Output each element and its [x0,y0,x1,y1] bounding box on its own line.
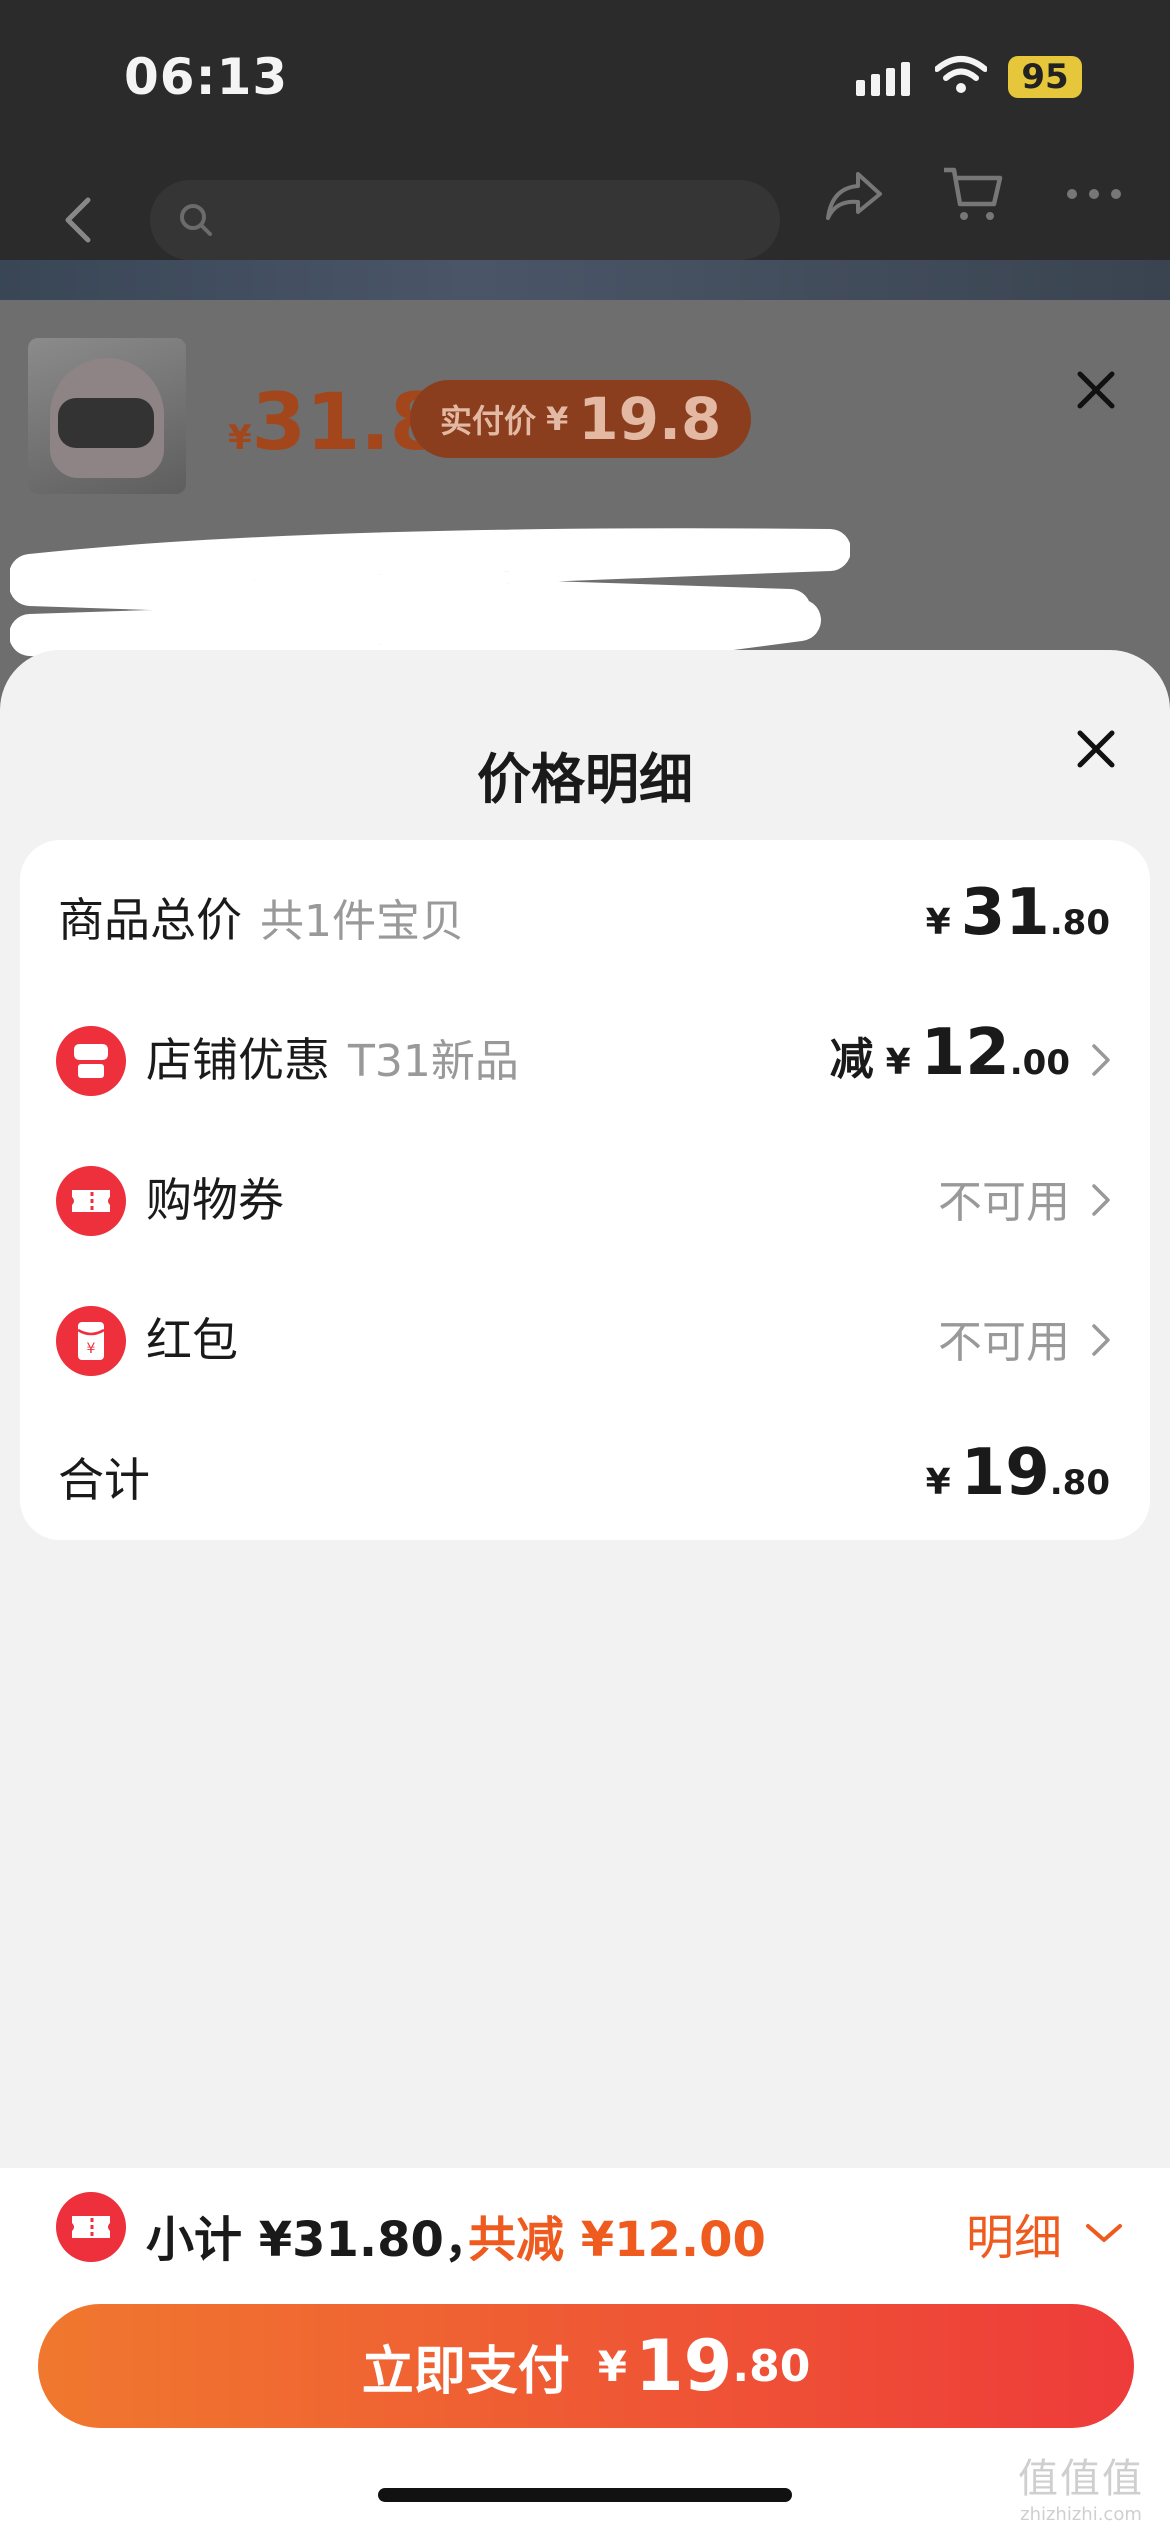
row-status: 不可用 [938,1317,1070,1368]
chevron-right-icon [1092,1324,1110,1356]
chevron-right-icon [1092,1044,1110,1076]
cellular-signal-icon [856,62,910,96]
total-saved-text: 共减 ¥12.00 [468,2212,766,2268]
row-store-discount[interactable]: 店铺优惠 T31新品 减 ¥12.00 [20,980,1150,1120]
share-icon[interactable] [822,166,886,226]
row-label: 红包 [146,1313,238,1367]
battery-indicator: 95 [1008,56,1082,98]
status-time: 06:13 [124,48,289,106]
row-sublabel: T31新品 [348,1036,519,1087]
home-indicator [378,2488,792,2502]
pay-now-button[interactable]: 立即支付 ¥19.80 [38,2304,1134,2428]
back-icon[interactable] [58,190,98,250]
paid-price-badge: 实付价 ¥ 19.8 [410,380,752,458]
row-red-packet[interactable]: ¥ 红包 不可用 [20,1260,1150,1400]
nav-bar [0,150,1170,260]
price-breakdown-card: 商品总价 共1件宝贝 ¥31.80 店铺优惠 T31新品 减 ¥ 12 .00 … [20,840,1150,1540]
voucher-icon [56,1166,126,1236]
subtotal-text: 小计 ¥31.80， [146,2212,492,2268]
pay-label: 立即支付 [361,2341,570,2402]
search-bar[interactable] [150,180,780,260]
cart-icon[interactable] [940,162,1006,228]
voucher-icon [56,2192,126,2262]
row-amount: ¥31.80 [925,876,1110,950]
close-icon[interactable] [1072,725,1120,773]
product-thumbnail [28,338,186,494]
screen: 06:13 95 ¥31.8 实付价 ¥ 19.8 价格明细 商品总价 共1件宝… [0,0,1170,2532]
close-icon[interactable] [1072,366,1120,414]
detail-toggle[interactable]: 明细 [966,2198,1124,2268]
detail-label: 明细 [966,2210,1063,2266]
status-bar: 06:13 95 [0,0,1170,150]
watermark: 值值值 zhizhizhi.com [1018,2456,1144,2525]
sheet-title: 价格明细 [477,748,693,811]
row-label: 购物券 [146,1173,284,1227]
row-status: 不可用 [938,1177,1070,1228]
row-label: 店铺优惠 [146,1033,330,1087]
svg-text:¥: ¥ [87,1341,96,1357]
row-label: 商品总价 [58,893,242,947]
row-total: 合计 ¥19.80 [20,1400,1150,1540]
store-icon [56,1026,126,1096]
checkout-bar: 小计 ¥31.80， 共减 ¥12.00 明细 立即支付 ¥19.80 值值值 … [0,2168,1170,2532]
chevron-down-icon [1086,2224,1123,2242]
row-total-goods-price: 商品总价 共1件宝贝 ¥31.80 [20,840,1150,980]
product-banner [0,260,1170,300]
row-label: 合计 [58,1453,150,1507]
row-shopping-voucher[interactable]: 购物券 不可用 [20,1120,1150,1260]
search-icon [180,204,212,236]
row-amount: 减 ¥12.00 [829,1016,1070,1090]
more-icon[interactable] [1064,186,1124,202]
chevron-right-icon [1092,1184,1110,1216]
wifi-icon [935,56,987,93]
row-sublabel: 共1件宝贝 [260,896,464,947]
red-packet-icon: ¥ [56,1306,126,1376]
row-amount: ¥19.80 [925,1436,1110,1510]
